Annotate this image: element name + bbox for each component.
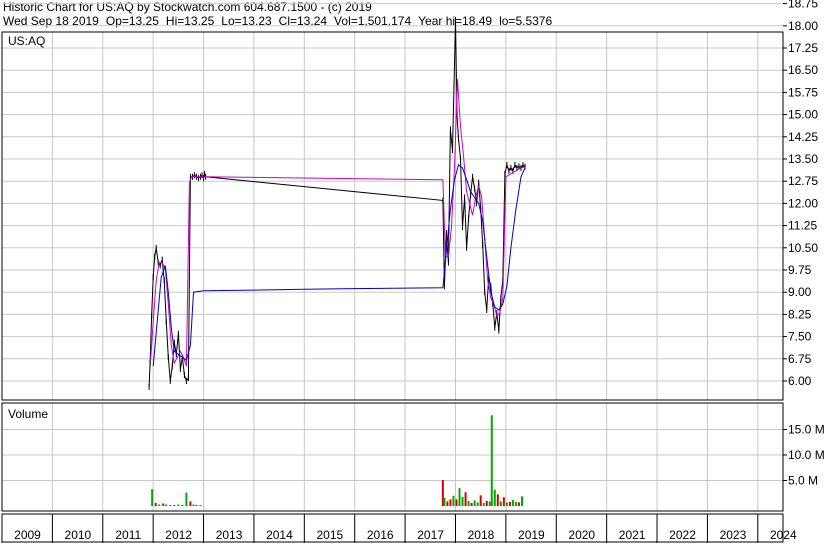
volume-panel-border [1, 402, 784, 512]
x-tick-label: 2013 [216, 528, 243, 542]
price-tick-label: 15.75 [788, 85, 818, 99]
price-tick-label: 14.25 [788, 130, 818, 144]
x-tick-label: 2018 [468, 528, 495, 542]
x-tick-label: 2020 [568, 528, 595, 542]
price-tick-label: 15.00 [788, 108, 818, 122]
price-tick-label: 10.50 [788, 241, 818, 255]
stock-chart: 2009 2010 2011 2012 2013 2014 2015 2016 2017 2018… [1, 0, 825, 543]
x-tick-label: 2009 [14, 528, 41, 542]
volume-panel-title: Volume [8, 407, 48, 421]
x-tick-label: 2011 [115, 528, 141, 542]
price-tick-label: 18.75 [788, 0, 818, 11]
price-tick-label: 18.00 [788, 19, 818, 33]
price-tick-label: 13.50 [788, 152, 818, 166]
short-moving-average-line [150, 79, 526, 367]
price-panel-border [1, 31, 784, 401]
price-tick-label: 11.25 [788, 219, 817, 233]
price-tick-label: 12.00 [788, 196, 818, 210]
volume-tick-label: 10.0 M [788, 448, 825, 462]
chart-grid [1, 3, 783, 511]
long-moving-average-line [152, 164, 526, 367]
x-tick-label: 2022 [669, 528, 696, 542]
volume-tick-label: 5.0 M [788, 474, 818, 488]
price-tick-label: 12.75 [788, 174, 818, 188]
volume-tick-label: 15.0 M [788, 423, 825, 437]
x-tick-label: 2017 [417, 528, 444, 542]
price-tick-label: 6.75 [788, 352, 812, 366]
price-panel-title: US:AQ [8, 34, 45, 48]
x-tick-label: 2010 [65, 528, 92, 542]
price-tick-label: 6.00 [788, 374, 812, 388]
price-tick-label: 17.25 [788, 41, 818, 55]
x-tick-label: 2012 [165, 528, 192, 542]
axis-labels: 2009 2010 2011 2012 2013 2014 2015 2016 2017 2018… [14, 0, 825, 542]
x-tick-label: 2016 [367, 528, 394, 542]
x-tick-label: 2019 [518, 528, 545, 542]
price-tick-label: 9.75 [788, 263, 812, 277]
x-tick-label: 2023 [720, 528, 747, 542]
chart-frame [1, 3, 787, 543]
price-tick-label: 16.50 [788, 63, 818, 77]
price-tick-label: 9.00 [788, 285, 812, 299]
x-tick-label: 2021 [619, 528, 646, 542]
x-tick-label: 2015 [316, 528, 343, 542]
volume-plot [151, 415, 523, 506]
price-tick-label: 7.50 [788, 330, 812, 344]
price-tick-label: 8.25 [788, 307, 812, 321]
x-tick-label: 2024 [770, 528, 797, 542]
x-tick-label: 2014 [266, 528, 293, 542]
